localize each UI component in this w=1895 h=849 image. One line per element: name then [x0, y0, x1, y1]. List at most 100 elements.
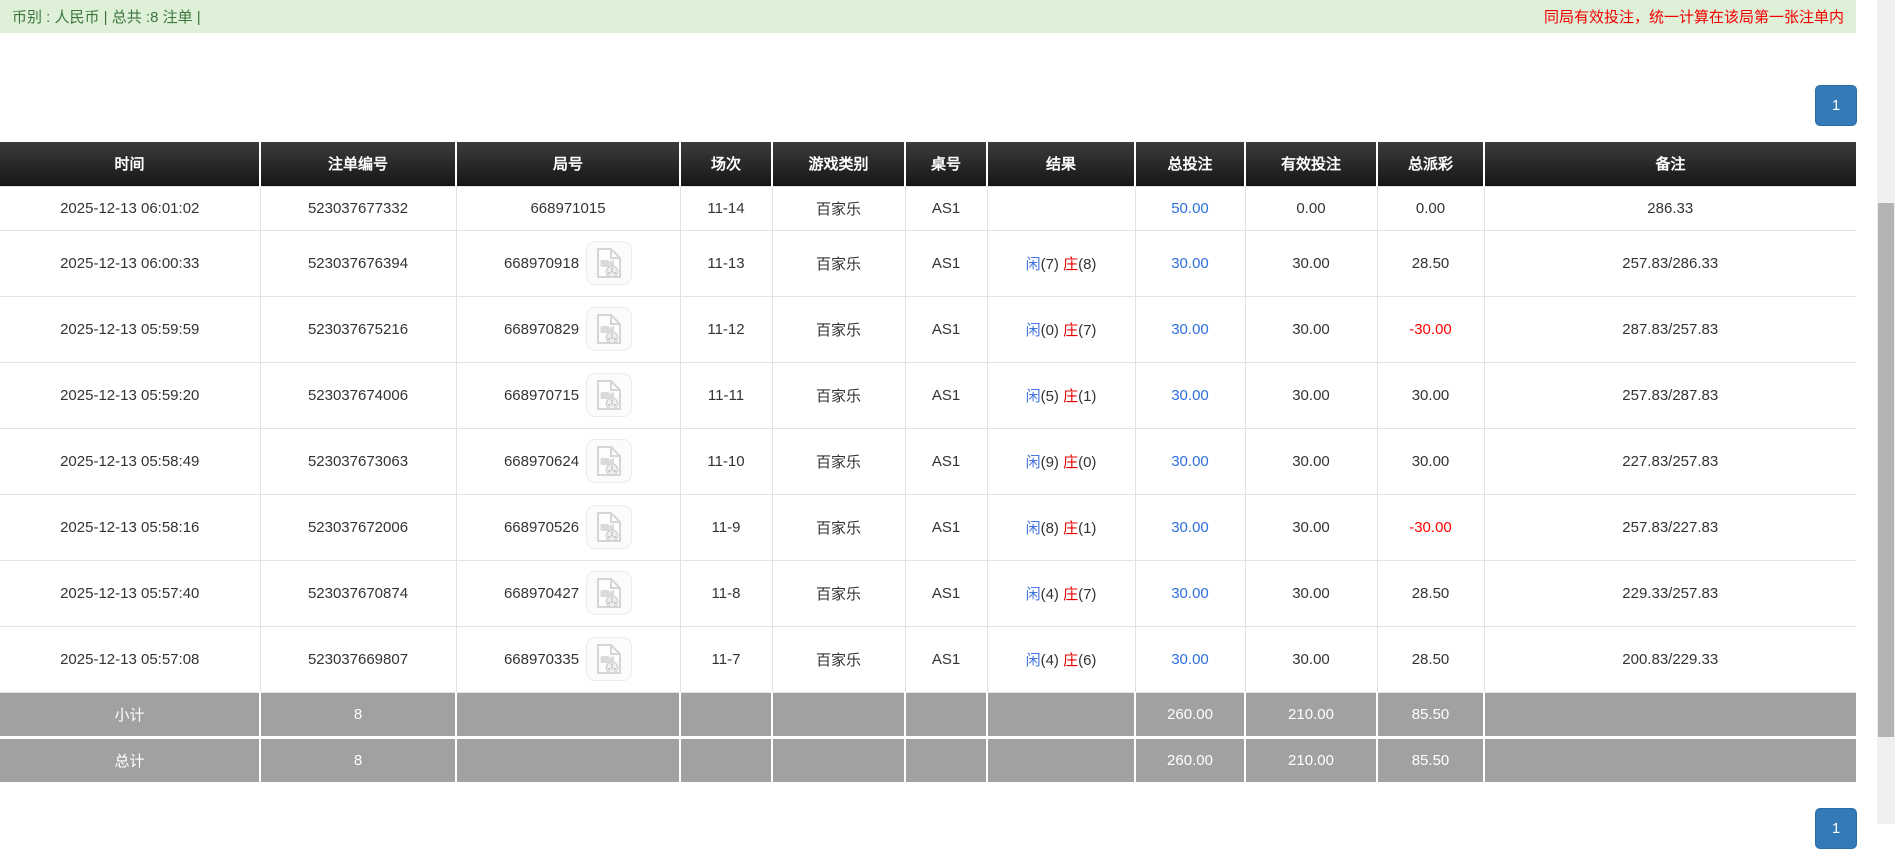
- grand-total-label: 总计: [0, 735, 261, 782]
- result-banker-label: 庄: [1063, 387, 1079, 405]
- total-bet-link[interactable]: 30.00: [1171, 453, 1209, 470]
- result-player-score: (4): [1040, 651, 1064, 669]
- cell-valid-bet: 30.00: [1244, 493, 1378, 561]
- cell-game-type: 百家乐: [771, 361, 906, 429]
- column-header-session: 场次: [680, 142, 773, 186]
- round-number: 668970427: [503, 584, 580, 602]
- cell-total-bet: 30.00: [1134, 427, 1246, 495]
- cell-table-no: AS1: [904, 625, 988, 693]
- cell-valid-bet: 0.00: [1244, 185, 1378, 231]
- video-icon: [597, 446, 622, 476]
- cell-game-type: 百家乐: [771, 625, 906, 693]
- result-banker-score: (1): [1078, 387, 1097, 405]
- result-player-score: (0): [1040, 321, 1064, 339]
- bet-row: 2025-12-13 05:59:20 523037674006 668970715…: [0, 361, 1856, 429]
- cell-result: 闲(9) 庄(0): [986, 427, 1136, 495]
- bet-row: 2025-12-13 05:57:08 523037669807 668970335…: [0, 625, 1856, 693]
- bet-row: 2025-12-13 05:57:40 523037670874 668970427…: [0, 559, 1856, 627]
- cell-time: 2025-12-13 06:01:02: [0, 185, 261, 231]
- cell-bet-id: 523037673063: [259, 427, 457, 495]
- pagination-page-button-top[interactable]: 1: [1815, 85, 1857, 126]
- total-bet-link[interactable]: 30.00: [1171, 519, 1209, 536]
- video-replay-button[interactable]: [586, 505, 633, 549]
- subtotal-valid-bet: 210.00: [1245, 691, 1378, 737]
- video-replay-button[interactable]: [586, 571, 633, 615]
- cell-round: 668970829: [455, 295, 681, 363]
- total-bet-link[interactable]: 30.00: [1171, 255, 1209, 272]
- cell-round: 668970335: [455, 625, 681, 693]
- cell-time: 2025-12-13 05:58:49: [0, 427, 261, 495]
- video-replay-button[interactable]: [586, 439, 633, 483]
- round-number: 668970526: [503, 518, 580, 536]
- column-header-payout: 总派彩: [1377, 142, 1485, 186]
- cell-round: 668970526: [455, 493, 681, 561]
- cell-session: 11-11: [679, 361, 773, 429]
- total-bet-link[interactable]: 30.00: [1171, 651, 1209, 668]
- cell-payout: 28.50: [1376, 229, 1485, 297]
- column-header-remark: 备注: [1484, 142, 1856, 186]
- result-banker-score: (6): [1078, 651, 1097, 669]
- cell-bet-id: 523037669807: [259, 625, 457, 693]
- cell-total-bet: 30.00: [1134, 229, 1246, 297]
- bet-row: 2025-12-13 06:01:02 523037677332 668971015…: [0, 185, 1856, 231]
- total-bet-link[interactable]: 30.00: [1171, 321, 1209, 338]
- cell-bet-id: 523037670874: [259, 559, 457, 627]
- scrollbar-thumb[interactable]: [1878, 203, 1894, 737]
- cell-table-no: AS1: [904, 295, 988, 363]
- result-banker-label: 庄: [1063, 321, 1079, 339]
- cell-payout: -30.00: [1376, 295, 1485, 363]
- cell-game-type: 百家乐: [771, 493, 906, 561]
- total-bet-link[interactable]: 30.00: [1171, 387, 1209, 404]
- cell-payout: -30.00: [1376, 493, 1485, 561]
- subtotal-label: 小计: [0, 691, 261, 737]
- cell-session: 11-9: [679, 493, 773, 561]
- round-number: 668970624: [503, 452, 580, 470]
- video-icon: [597, 512, 622, 542]
- cell-payout: 0.00: [1376, 185, 1485, 231]
- column-header-round: 局号: [456, 142, 681, 186]
- column-header-game-type: 游戏类别: [772, 142, 906, 186]
- cell-bet-id: 523037672006: [259, 493, 457, 561]
- subtotal-row: 小计 8 260.00 210.00 85.50: [0, 691, 1856, 737]
- cell-table-no: AS1: [904, 493, 988, 561]
- pagination-page-button-bottom[interactable]: 1: [1815, 808, 1857, 849]
- round-number: 668970918: [503, 254, 580, 272]
- cell-round: 668971015: [455, 185, 681, 231]
- result-banker-score: (1): [1078, 519, 1097, 537]
- result-player-label: 闲: [1025, 255, 1041, 273]
- cell-time: 2025-12-13 05:57:40: [0, 559, 261, 627]
- scrollbar-track[interactable]: [1877, 0, 1895, 824]
- cell-remark: 257.83/287.83: [1483, 361, 1856, 429]
- result-player-score: (9): [1040, 453, 1064, 471]
- cell-remark: 229.33/257.83: [1483, 559, 1856, 627]
- cell-payout: 30.00: [1376, 361, 1485, 429]
- total-bet-link[interactable]: 50.00: [1171, 200, 1209, 217]
- cell-session: 11-8: [679, 559, 773, 627]
- video-replay-button[interactable]: [586, 373, 633, 417]
- cell-result: 闲(4) 庄(6): [986, 625, 1136, 693]
- cell-remark: 286.33: [1483, 185, 1856, 231]
- cell-total-bet: 30.00: [1134, 361, 1246, 429]
- cell-table-no: AS1: [904, 229, 988, 297]
- result-player-label: 闲: [1025, 453, 1041, 471]
- result-banker-label: 庄: [1063, 651, 1079, 669]
- cell-session: 11-10: [679, 427, 773, 495]
- cell-time: 2025-12-13 05:57:08: [0, 625, 261, 693]
- subtotal-payout: 85.50: [1377, 691, 1485, 737]
- result-player-label: 闲: [1025, 321, 1041, 339]
- video-replay-button[interactable]: [586, 241, 633, 285]
- cell-table-no: AS1: [904, 559, 988, 627]
- column-header-table-no: 桌号: [905, 142, 988, 186]
- result-banker-score: (7): [1078, 585, 1097, 603]
- video-replay-button[interactable]: [586, 307, 633, 351]
- cell-payout: 28.50: [1376, 559, 1485, 627]
- round-number: 668971015: [530, 199, 606, 217]
- result-banker-score: (8): [1078, 255, 1097, 273]
- column-header-result: 结果: [987, 142, 1136, 186]
- video-replay-button[interactable]: [586, 637, 633, 681]
- cell-remark: 200.83/229.33: [1483, 625, 1856, 693]
- result-banker-score: (7): [1078, 321, 1097, 339]
- cell-result: 闲(8) 庄(1): [986, 493, 1136, 561]
- total-bet-link[interactable]: 30.00: [1171, 585, 1209, 602]
- cell-valid-bet: 30.00: [1244, 229, 1378, 297]
